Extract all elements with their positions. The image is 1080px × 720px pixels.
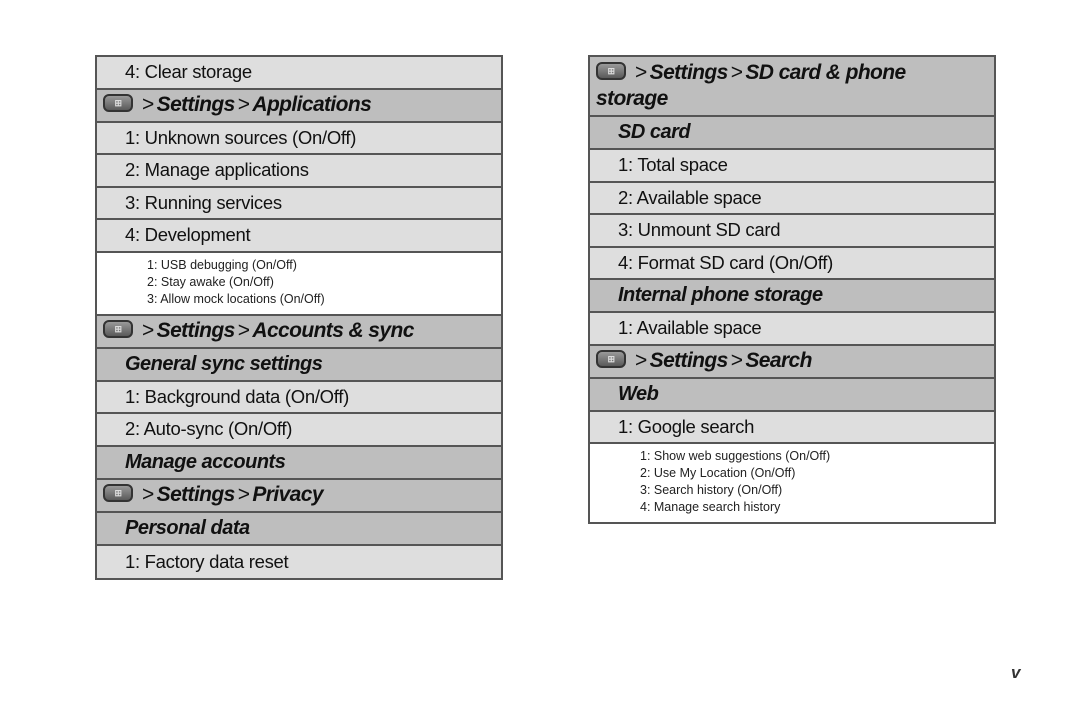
submenu-heading-label: Manage accounts [125,450,286,473]
menu-item-row: 4: Clear storage [97,57,501,90]
menu-item-row: 1: Google search [590,411,994,444]
home-key-icon [103,320,133,338]
menu-item-label: 1: Background data (On/Off) [125,385,349,407]
path-segment: SD card & phone [745,61,906,84]
menu-item-label: 1: Factory data reset [125,550,289,572]
menu-item-row: 1: Total space [590,150,994,183]
menu-item-label: 2: Auto-sync (On/Off) [125,418,293,440]
path-segment: Applications [252,93,372,116]
path-separator: > [142,93,154,116]
option-detail-line: 2: Use My Location (On/Off) [640,466,796,480]
menu-item-row: 1: Unknown sources (On/Off) [97,122,501,155]
path-segment: Search [745,349,812,372]
settings-path-privacy: >Settings>Privacy [97,479,501,513]
submenu-heading: SD card [590,117,994,150]
path-separator: > [237,93,250,116]
page-number: v [1011,663,1021,682]
path-separator: > [635,349,647,372]
home-key-icon [596,350,626,368]
path-separator: > [142,319,154,342]
menu-item-row: 4: Development [97,220,501,253]
submenu-heading-label: Internal phone storage [618,284,823,306]
home-key-icon [596,62,626,81]
option-detail-list: 1: USB debugging (On/Off) 2: Stay awake (… [97,252,501,316]
path-separator: > [237,319,250,342]
menu-item-label: 2: Available space [618,186,762,208]
menu-item-row: 1: Available space [590,313,994,346]
path-segment-continuation: storage [596,87,668,110]
menu-item-row: 3: Unmount SD card [590,215,994,248]
option-detail-list: 1: Show web suggestions (On/Off) 2: Use M… [590,444,994,522]
settings-path-search: >Settings>Search [590,345,994,379]
settings-path-applications: >Settings>Applications [97,89,501,123]
path-separator: > [142,483,154,506]
menu-item-row: 4: Format SD card (On/Off) [590,247,994,280]
settings-path-sd-card-phone: >Settings>SD card & phonestorage [590,57,994,117]
option-detail-line: 4: Manage search history [640,500,781,514]
menu-item-label: 2: Manage applications [125,159,309,181]
submenu-heading: Web [590,378,994,412]
right-menu-table: >Settings>SD card & phonestorageSD card1… [588,55,996,524]
menu-item-label: 4: Clear storage [125,61,252,83]
path-separator: > [237,483,250,506]
option-detail-line: 3: Allow mock locations (On/Off) [147,291,325,306]
path-segment: Privacy [252,483,323,506]
path-segment: Accounts & sync [252,319,414,342]
submenu-heading: Personal data [97,512,501,546]
path-segment: Settings [156,319,236,342]
menu-item-label: 4: Format SD card (On/Off) [618,251,833,273]
menu-item-label: 1: Total space [618,154,728,176]
submenu-heading-label: SD card [618,121,691,143]
option-detail-line: 2: Stay awake (On/Off) [147,274,274,289]
submenu-heading: General sync settings [97,348,501,382]
menu-item-row: 2: Manage applications [97,155,501,188]
menu-item-row: 1: Factory data reset [97,545,501,578]
menu-item-label: 3: Running services [125,191,282,213]
path-segment: Settings [156,93,236,116]
path-segment: Settings [649,61,729,84]
menu-item-label: 1: Available space [618,317,762,339]
home-key-icon [103,94,133,112]
menu-item-label: 4: Development [125,224,251,246]
menu-item-row: 1: Background data (On/Off) [97,381,501,414]
menu-item-label: 3: Unmount SD card [618,219,781,241]
submenu-heading-label: Personal data [125,516,250,539]
menu-item-row: 2: Auto-sync (On/Off) [97,414,501,447]
left-menu-table: 4: Clear storage>Settings>Applications1:… [95,55,503,580]
menu-item-label: 1: Google search [618,415,755,437]
menu-item-label: 1: Unknown sources (On/Off) [125,126,357,148]
settings-path-accounts-sync: >Settings>Accounts & sync [97,315,501,349]
submenu-heading-label: General sync settings [125,352,323,375]
submenu-heading: Internal phone storage [590,280,994,313]
menu-item-row: 3: Running services [97,187,501,220]
menu-item-row: 2: Available space [590,182,994,215]
option-detail-line: 3: Search history (On/Off) [640,483,783,497]
submenu-heading-label: Web [618,382,659,405]
path-segment: Settings [649,349,729,372]
path-separator: > [730,61,743,84]
option-detail-line: 1: Show web suggestions (On/Off) [640,449,831,463]
path-segment: Settings [156,483,236,506]
path-separator: > [730,349,743,372]
home-key-icon [103,484,133,502]
path-separator: > [635,61,647,84]
submenu-heading: Manage accounts [97,446,501,480]
option-detail-line: 1: USB debugging (On/Off) [147,257,297,272]
